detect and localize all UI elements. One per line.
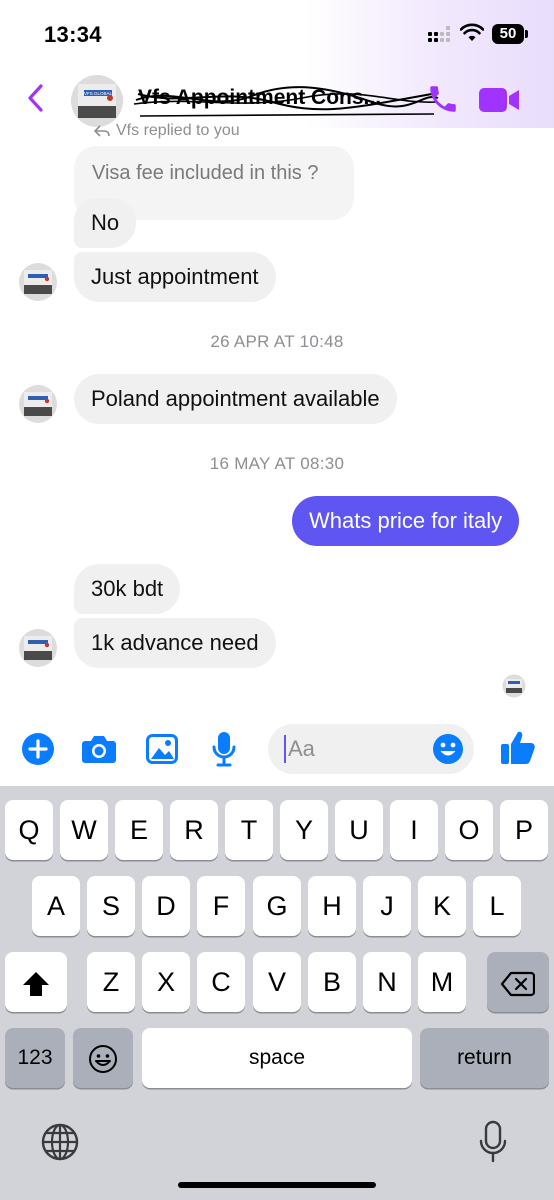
key-s[interactable]: S xyxy=(87,876,135,936)
globe-icon[interactable] xyxy=(40,1122,80,1162)
text-caret xyxy=(284,735,286,763)
keyboard: Q W E R T Y U I O P A S D F G H J K L Z … xyxy=(0,786,554,1200)
key-j[interactable]: J xyxy=(363,876,411,936)
key-p[interactable]: P xyxy=(500,800,548,860)
cellular-signal-icon xyxy=(428,26,452,44)
quoted-message-text: Visa fee included in this ? xyxy=(92,162,319,184)
key-f[interactable]: F xyxy=(197,876,245,936)
date-separator: 16 MAY AT 08:30 xyxy=(209,454,345,473)
key-u[interactable]: U xyxy=(335,800,383,860)
thumbs-up-icon[interactable] xyxy=(500,730,536,766)
dictation-microphone-icon[interactable] xyxy=(478,1120,508,1164)
emoji-keyboard-key[interactable] xyxy=(73,1028,133,1088)
return-key[interactable]: return xyxy=(420,1028,549,1088)
gallery-image-icon[interactable] xyxy=(146,733,178,765)
wifi-icon xyxy=(460,23,484,41)
reply-arrow-icon xyxy=(93,125,110,137)
replied-note-text: Vfs replied to you xyxy=(116,122,240,139)
key-y[interactable]: Y xyxy=(280,800,328,860)
key-i[interactable]: I xyxy=(390,800,438,860)
incoming-message[interactable]: No xyxy=(74,198,137,248)
shift-arrow-icon xyxy=(23,972,49,996)
chat-header: VFS.GLOBAL Vfs Appointment Cons... xyxy=(0,70,554,128)
seen-receipt-avatar xyxy=(502,674,526,698)
outgoing-message[interactable]: Whats price for italy xyxy=(292,496,520,546)
microphone-icon[interactable] xyxy=(212,731,236,767)
sender-avatar[interactable] xyxy=(18,262,58,302)
date-separator: 26 APR AT 10:48 xyxy=(210,332,344,351)
sender-avatar[interactable] xyxy=(18,384,58,424)
video-call-icon[interactable] xyxy=(478,86,520,114)
add-plus-icon[interactable] xyxy=(22,733,54,765)
contact-avatar[interactable]: VFS.GLOBAL xyxy=(70,74,124,128)
delete-key[interactable] xyxy=(487,952,549,1012)
incoming-message[interactable]: 30k bdt xyxy=(74,564,181,614)
key-e[interactable]: E xyxy=(115,800,163,860)
key-h[interactable]: H xyxy=(308,876,356,936)
phone-call-icon[interactable] xyxy=(426,82,460,116)
camera-icon[interactable] xyxy=(81,733,117,765)
key-w[interactable]: W xyxy=(60,800,108,860)
sender-avatar[interactable] xyxy=(18,628,58,668)
emoji-icon[interactable] xyxy=(432,733,464,765)
message-input-placeholder: Aa xyxy=(288,736,315,761)
shift-key[interactable] xyxy=(5,952,67,1012)
status-time: 13:34 xyxy=(44,22,102,47)
key-k[interactable]: K xyxy=(418,876,466,936)
backspace-icon xyxy=(500,971,536,997)
key-q[interactable]: Q xyxy=(5,800,53,860)
key-n[interactable]: N xyxy=(363,952,411,1012)
key-g[interactable]: G xyxy=(253,876,301,936)
emoji-face-icon xyxy=(89,1045,117,1073)
key-c[interactable]: C xyxy=(197,952,245,1012)
status-bar: 13:34 50 xyxy=(0,0,554,70)
key-z[interactable]: Z xyxy=(87,952,135,1012)
key-b[interactable]: B xyxy=(308,952,356,1012)
key-a[interactable]: A xyxy=(32,876,80,936)
contact-name[interactable]: Vfs Appointment Cons... xyxy=(138,86,428,110)
space-key[interactable]: space xyxy=(142,1028,412,1088)
replied-to-you-note: Vfs replied to you xyxy=(93,122,240,140)
incoming-message[interactable]: Just appointment xyxy=(74,252,276,302)
key-l[interactable]: L xyxy=(473,876,521,936)
incoming-message[interactable]: Poland appointment available xyxy=(74,374,397,424)
numbers-key[interactable]: 123 xyxy=(5,1028,65,1088)
key-v[interactable]: V xyxy=(253,952,301,1012)
home-indicator xyxy=(178,1182,376,1188)
key-o[interactable]: O xyxy=(445,800,493,860)
back-chevron-icon[interactable] xyxy=(24,82,48,114)
battery-icon: 50 xyxy=(492,24,528,44)
avatar-logo-text: VFS.GLOBAL xyxy=(84,91,113,96)
key-t[interactable]: T xyxy=(225,800,273,860)
key-x[interactable]: X xyxy=(142,952,190,1012)
key-d[interactable]: D xyxy=(142,876,190,936)
key-m[interactable]: M xyxy=(418,952,466,1012)
key-r[interactable]: R xyxy=(170,800,218,860)
incoming-message[interactable]: 1k advance need xyxy=(74,618,276,668)
battery-level: 50 xyxy=(499,25,517,42)
